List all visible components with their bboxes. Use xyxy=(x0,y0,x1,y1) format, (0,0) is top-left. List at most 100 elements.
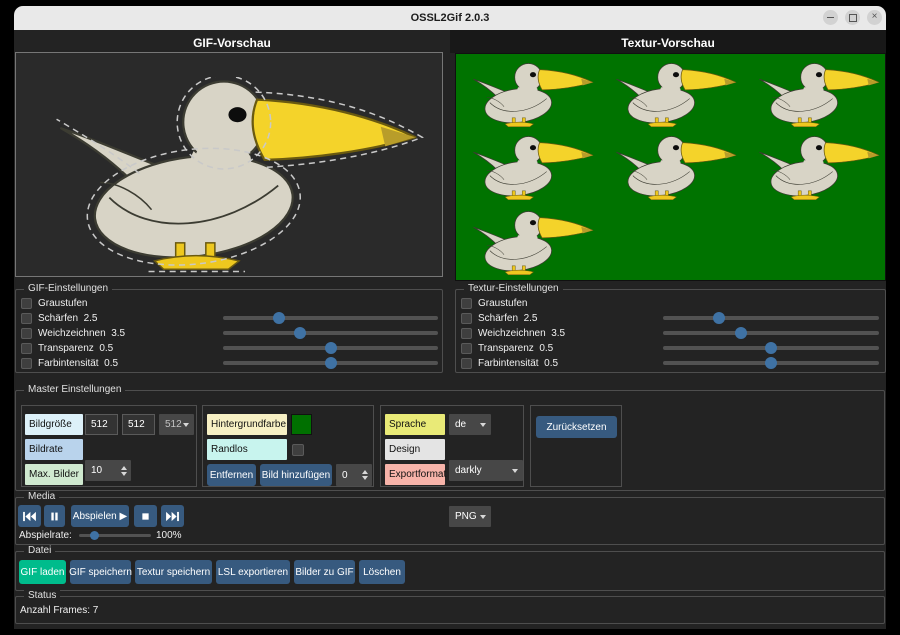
gif-farbintensitaet-slider[interactable] xyxy=(223,357,438,369)
gif-weichzeichnen-checkbox[interactable] xyxy=(21,328,32,339)
format-subpanel: Sprache de Design darkly Exportformat PN… xyxy=(380,405,524,487)
bild-hinzufuegen-button[interactable]: Bild hinzufügen xyxy=(260,464,332,486)
chevron-down-icon xyxy=(480,423,486,427)
gif-schaerfen-slider[interactable] xyxy=(223,312,438,324)
hintergrundfarbe-label: Hintergrundfarbe xyxy=(207,414,287,435)
pause-icon xyxy=(49,511,60,522)
design-dropdown[interactable]: darkly xyxy=(449,460,523,481)
slider-handle[interactable] xyxy=(325,342,337,354)
tex-schaerfen-checkbox[interactable] xyxy=(461,313,472,324)
slider-handle[interactable] xyxy=(273,312,285,324)
status-group-title: Status xyxy=(24,590,60,602)
texture-preview-title: Textur-Vorschau xyxy=(450,34,886,52)
tex-graustufen-checkbox[interactable] xyxy=(461,298,472,309)
randlos-checkbox[interactable] xyxy=(292,444,304,456)
window-content: GIF-Vorschau Textur-Vorschau GIF-Einstel… xyxy=(14,30,886,629)
entfernen-button[interactable]: Entfernen xyxy=(207,464,256,486)
slider-track[interactable] xyxy=(663,331,879,335)
textur-speichern-button[interactable]: Textur speichern xyxy=(135,560,212,584)
minimize-button[interactable] xyxy=(823,10,838,25)
loeschen-button[interactable]: Löschen xyxy=(359,560,405,584)
duck-image xyxy=(471,135,596,201)
gif-farbintensitaet-checkbox[interactable] xyxy=(21,358,32,369)
bildrate-value: 10 xyxy=(91,465,102,476)
size-subpanel: Bildgröße 512 512 512 Bildrate 10 Max. B… xyxy=(21,405,197,487)
tex-farbintensitaet-slider[interactable] xyxy=(663,357,879,369)
gif-graustufen-label: Graustufen xyxy=(38,297,87,310)
bild-index-value: 0 xyxy=(342,470,348,481)
slider-handle[interactable] xyxy=(765,342,777,354)
tex-graustufen-label: Graustufen xyxy=(478,297,527,310)
reset-subpanel: Zurücksetzen xyxy=(530,405,622,487)
close-icon: × xyxy=(872,12,878,22)
hintergrundfarbe-swatch[interactable] xyxy=(291,414,312,435)
tex-weichzeichnen-slider[interactable] xyxy=(663,327,879,339)
gif-weichzeichnen-slider[interactable] xyxy=(223,327,438,339)
slider-track[interactable] xyxy=(223,316,438,320)
slider-track[interactable] xyxy=(223,331,438,335)
gif-laden-button[interactable]: GIF laden xyxy=(19,560,66,584)
duck-image-selected xyxy=(46,77,432,273)
skip-start-icon xyxy=(23,511,36,522)
maximize-button[interactable] xyxy=(845,10,860,25)
status-text: Anzahl Frames: 7 xyxy=(20,605,98,616)
slider-handle[interactable] xyxy=(90,531,99,540)
status-group: Status Anzahl Frames: 7 xyxy=(15,596,885,624)
gif-schaerfen-checkbox[interactable] xyxy=(21,313,32,324)
gif-graustufen-checkbox[interactable] xyxy=(21,298,32,309)
duck-image xyxy=(614,62,739,128)
gif-transparenz-slider[interactable] xyxy=(223,342,438,354)
texture-preview-canvas[interactable] xyxy=(455,53,886,281)
abspielrate-slider[interactable] xyxy=(79,529,151,541)
stop-button[interactable] xyxy=(134,505,157,527)
skip-end-button[interactable] xyxy=(161,505,184,527)
skip-start-button[interactable] xyxy=(18,505,41,527)
gif-transparenz-label: Transparenz 0.5 xyxy=(38,342,113,355)
play-button[interactable]: Abspielen ▶ xyxy=(71,505,129,527)
bildrate-label: Bildrate xyxy=(25,439,83,460)
spinner-arrows-icon[interactable] xyxy=(121,460,127,481)
lsl-exportieren-button[interactable]: LSL exportieren xyxy=(216,560,290,584)
duck-image xyxy=(757,135,882,201)
duck-image xyxy=(614,135,739,201)
gif-transparenz-checkbox[interactable] xyxy=(21,343,32,354)
bildgroesse-width-input[interactable]: 512 xyxy=(85,414,118,435)
tex-farbintensitaet-checkbox[interactable] xyxy=(461,358,472,369)
zuruecksetzen-button[interactable]: Zurücksetzen xyxy=(536,416,617,438)
datei-group: Datei GIF laden GIF speichern Textur spe… xyxy=(15,551,885,591)
spinner-arrows-icon[interactable] xyxy=(362,464,368,486)
tex-weichzeichnen-label: Weichzeichnen 3.5 xyxy=(478,327,565,340)
tex-transparenz-label: Transparenz 0.5 xyxy=(478,342,553,355)
abspielrate-label: Abspielrate: xyxy=(19,530,72,541)
slider-track[interactable] xyxy=(663,316,879,320)
minimize-icon xyxy=(827,17,834,19)
slider-handle[interactable] xyxy=(294,327,306,339)
sprache-dropdown[interactable]: de xyxy=(449,414,491,435)
bild-index-spinner[interactable]: 0 xyxy=(336,464,372,486)
slider-handle[interactable] xyxy=(735,327,747,339)
close-button[interactable]: × xyxy=(867,10,882,25)
bildgroesse-height-input[interactable]: 512 xyxy=(122,414,155,435)
bildgroesse-preset-dropdown[interactable]: 512 xyxy=(159,414,194,435)
tex-transparenz-slider[interactable] xyxy=(663,342,879,354)
slider-handle[interactable] xyxy=(765,357,777,369)
chevron-down-icon xyxy=(512,469,518,473)
slider-handle[interactable] xyxy=(713,312,725,324)
gif-preview-canvas[interactable] xyxy=(15,52,443,277)
tex-schaerfen-slider[interactable] xyxy=(663,312,879,324)
exportformat-label: Exportformat xyxy=(385,464,445,485)
pause-button[interactable] xyxy=(44,505,65,527)
gif-speichern-button[interactable]: GIF speichern xyxy=(70,560,131,584)
window-titlebar[interactable]: OSSL2Gif 2.0.3 × xyxy=(14,6,886,30)
design-label: Design xyxy=(385,439,445,460)
master-settings-group: Master Einstellungen Bildgröße 512 512 5… xyxy=(15,390,885,491)
tex-weichzeichnen-checkbox[interactable] xyxy=(461,328,472,339)
design-value: darkly xyxy=(455,465,482,476)
tex-transparenz-checkbox[interactable] xyxy=(461,343,472,354)
bildrate-spinner[interactable]: 10 xyxy=(85,460,131,481)
datei-group-title: Datei xyxy=(24,545,55,557)
slider-handle[interactable] xyxy=(325,357,337,369)
bilder-zu-gif-button[interactable]: Bilder zu GIF xyxy=(294,560,355,584)
tex-schaerfen-label: Schärfen 2.5 xyxy=(478,312,537,325)
chevron-down-icon xyxy=(183,423,189,427)
